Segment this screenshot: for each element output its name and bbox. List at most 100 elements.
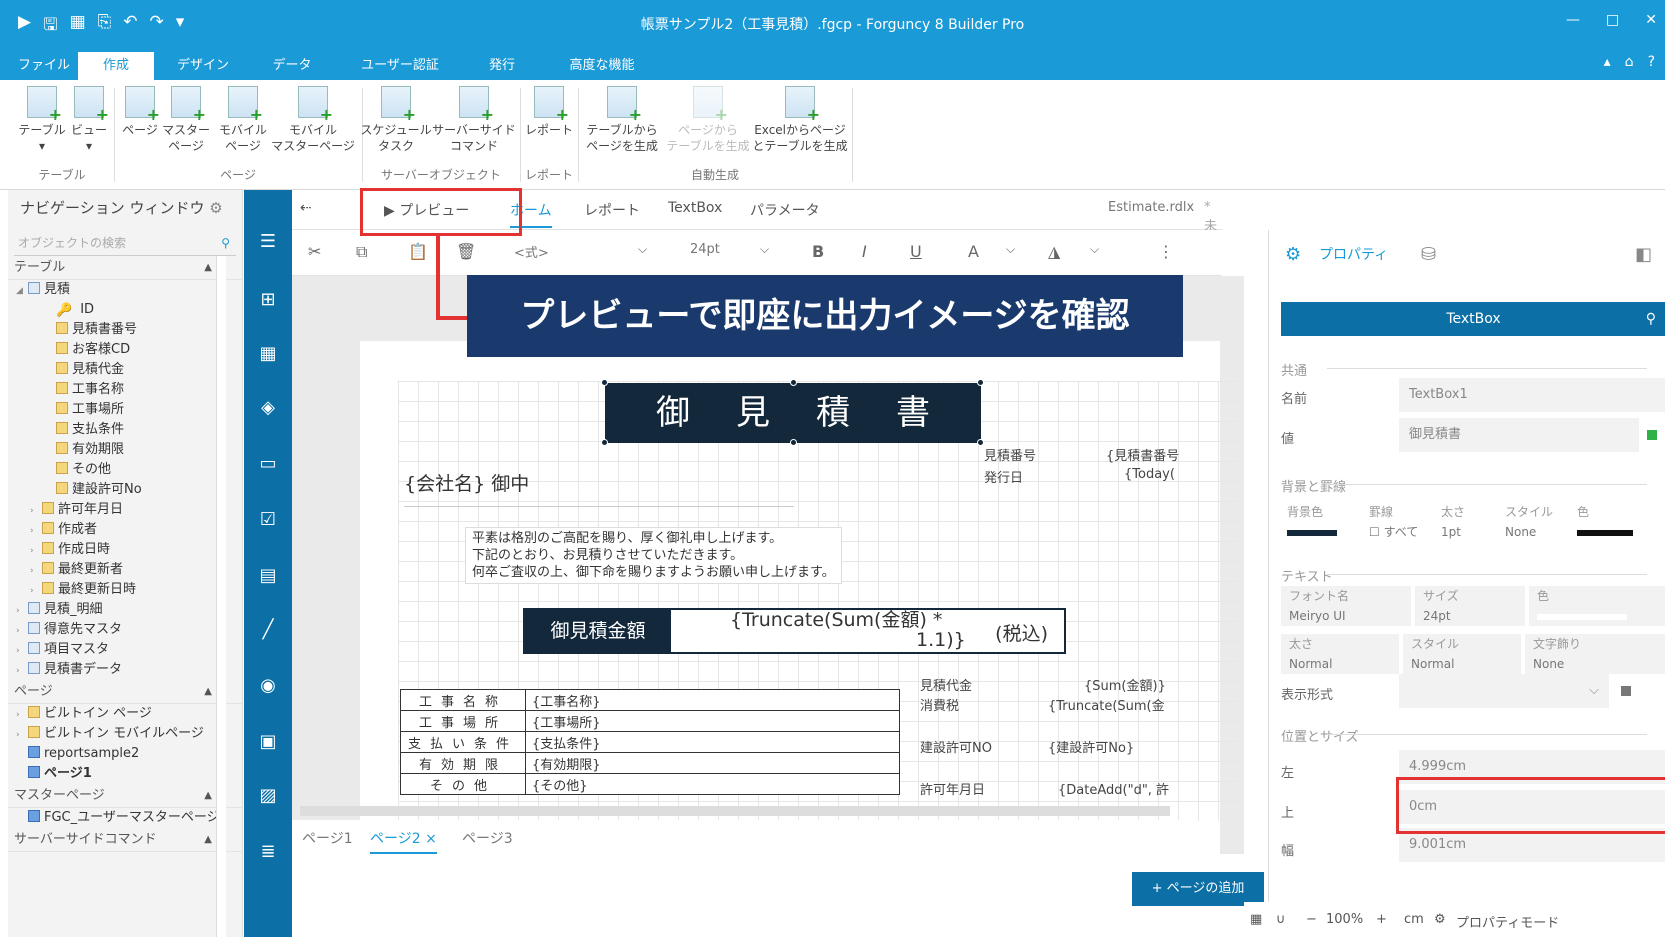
title-textbox[interactable]: 御見積書 [605,383,981,443]
border-color-field[interactable]: 色 [1577,502,1633,542]
zoom-in-button[interactable]: + [1376,912,1387,927]
name-input[interactable]: TextBox1 [1399,378,1665,412]
search-icon[interactable]: ⚲ [1646,302,1656,336]
resize-handle[interactable] [977,379,984,386]
font-name-field[interactable]: フォント名 Meiryo UI [1281,586,1411,626]
collapse-ribbon-icon[interactable]: ▴ [1604,54,1611,70]
list-item[interactable]: ページ1 [8,764,242,784]
settings-icon[interactable]: ⚙ [209,199,222,217]
nav-scrollbar[interactable] [216,256,226,937]
page-tab-1[interactable]: ページ1 [302,828,353,848]
table-row[interactable]: 工事場所 {工事場所} [400,710,900,732]
font-weight-field[interactable]: 太さ Normal [1281,634,1399,674]
tab-data[interactable]: データ [262,52,322,80]
server-command-button[interactable]: サーバーサイド コマンド [432,86,516,154]
table-row[interactable]: 有効期限 {有効期限} [400,752,900,774]
list-item[interactable]: › 最終更新日時 [8,580,242,600]
font-expression-select[interactable]: <式> [514,242,549,261]
consumption-tax-value[interactable]: {Truncate(Sum(金 [1048,695,1165,714]
list-item[interactable]: お客様CD [8,340,242,360]
resize-handle[interactable] [977,439,984,446]
canvas-horizontal-scrollbar[interactable] [300,806,1170,816]
text-color-field[interactable]: 色 [1529,586,1665,626]
snap-icon[interactable]: ∪ [1276,912,1286,927]
list-item[interactable]: 工事名称 [8,380,242,400]
tab-parameter[interactable]: パラメータ [750,200,820,220]
permit-date-value[interactable]: {DateAdd("d", 許 [1058,779,1169,798]
unit-label[interactable]: cm [1404,912,1424,927]
tab-advanced[interactable]: 高度な機能 [552,52,652,80]
richtext-tool-icon[interactable]: ▣ [256,730,280,754]
font-size-select[interactable]: 24pt [690,242,720,257]
image-tool-icon[interactable]: ▨ [256,784,280,808]
expand-icon[interactable]: › [30,501,42,521]
page-tab-2[interactable]: ページ2 × [370,828,437,854]
background-color-swatch[interactable] [1287,530,1337,536]
list-item[interactable]: 有効期限 [8,440,242,460]
close-button[interactable]: ✕ [1645,12,1657,28]
text-decoration-field[interactable]: 文字飾り None [1525,634,1665,674]
menu-icon[interactable]: ☰ [256,230,280,254]
list-item[interactable]: › 項目マスタ [8,640,242,660]
resize-handle[interactable] [601,379,608,386]
section-page[interactable]: ページ ▲ [8,680,242,704]
format-expression-indicator[interactable] [1621,686,1631,696]
border-width-field[interactable]: 太さ 1pt [1441,502,1465,542]
border-color-swatch[interactable] [1577,530,1633,536]
copy-icon[interactable]: ⧉ [356,242,367,262]
table-row[interactable]: 工事名称 {工事名称} [400,689,900,711]
excel-import-button[interactable]: Excelからページ とテーブルを生成 [752,86,848,154]
italic-icon[interactable]: I [862,242,867,261]
chevron-down-icon[interactable]: ⌵ [1006,242,1015,257]
page-from-table-button[interactable]: テーブルから ページを生成 [580,86,664,154]
expand-icon[interactable]: › [30,541,42,561]
object-search-input[interactable]: オブジェクトの検索 ⚲ [14,230,236,256]
gear-icon[interactable]: ⚙ [1434,912,1446,927]
section-master-page[interactable]: マスターページ ▲ [8,784,242,808]
add-page-button[interactable]: + ページの追加 [1132,872,1264,906]
tab-user-auth[interactable]: ユーザー認証 [350,52,450,80]
resize-handle[interactable] [790,439,797,446]
chevron-up-icon[interactable]: ▲ [204,256,212,280]
resize-handle[interactable] [601,439,608,446]
font-size-field[interactable]: サイズ 24pt [1415,586,1525,626]
expand-icon[interactable]: › [16,601,28,621]
company-name-field[interactable]: {会社名} 御中 [404,469,794,507]
estimate-price-value[interactable]: {Sum(金額)} [1084,675,1166,694]
expression-indicator[interactable] [1647,430,1657,440]
list-item[interactable]: その他 [8,460,242,480]
chevron-up-icon[interactable]: ▲ [204,828,212,852]
paste-icon[interactable]: 📋 [408,242,428,261]
expand-icon[interactable]: › [16,725,28,745]
border-style-field[interactable]: スタイル None [1505,502,1553,542]
hierarchy-icon[interactable]: ⊞ [256,288,280,312]
tab-design[interactable]: デザイン [168,52,238,80]
bold-icon[interactable]: B [812,242,824,261]
page-button[interactable]: ページ [118,86,162,138]
list-item[interactable]: › 見積_明細 [8,600,242,620]
greeting-text[interactable]: 平素は格別のご高配を賜り、厚く御礼申し上げます。 下記のとおり、お見積りさせてい… [465,527,842,584]
section-table[interactable]: テーブル ▲ [8,256,242,280]
grid-toggle-icon[interactable]: ▦ [1250,912,1262,927]
list-item[interactable]: › 得意先マスタ [8,620,242,640]
font-color-icon[interactable]: A [968,242,979,261]
fill-color-icon[interactable]: ◮ [1048,242,1060,261]
property-mode-button[interactable]: プロパティモード [1456,912,1559,931]
list-item[interactable]: › 最終更新者 [8,560,242,580]
table-button[interactable]: テーブル ▾ [18,86,66,154]
search-icon[interactable]: ⚲ [221,230,230,256]
tab-properties[interactable]: プロパティ [1319,244,1388,264]
expand-icon[interactable]: › [30,561,42,581]
value-input[interactable]: 御見積書 [1399,418,1639,452]
tab-create[interactable]: 作成 [78,52,154,80]
tab-textbox[interactable]: TextBox [668,200,722,216]
list-item[interactable]: › ビルトイン モバイルページ [8,724,242,744]
section-server-command[interactable]: サーバーサイドコマンド ▲ [8,828,242,852]
list-item[interactable]: › 作成日時 [8,540,242,560]
schedule-task-button[interactable]: スケジュール タスク [360,86,432,154]
textbox-tool-icon[interactable]: ▭ [256,452,280,476]
list-item[interactable]: 建設許可No [8,480,242,500]
chevron-down-icon[interactable]: ⌵ [1589,674,1599,708]
list-item[interactable]: reportsample2 [8,744,242,764]
maximize-button[interactable]: □ [1606,12,1619,28]
